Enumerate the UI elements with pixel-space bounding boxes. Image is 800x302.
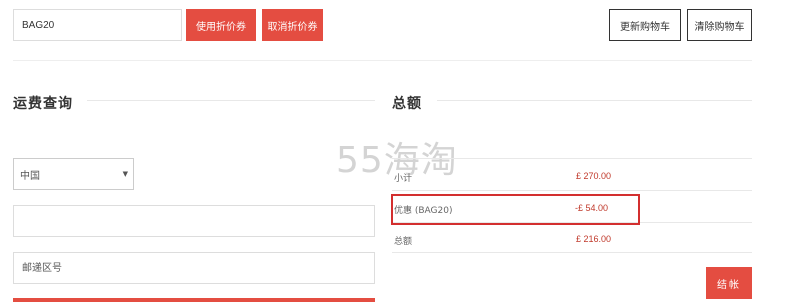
subtotal-value: £ 270.00 bbox=[576, 171, 612, 181]
country-select-value: 中国 bbox=[20, 170, 40, 182]
totals-row-subtotal: 小计 £ 270.00 bbox=[392, 158, 752, 189]
calculate-shipping-button[interactable] bbox=[13, 298, 375, 302]
totals-section-title: 总额 bbox=[392, 96, 422, 112]
country-select[interactable]: 中国 ▼ bbox=[13, 158, 134, 190]
apply-coupon-button[interactable]: 使用折价券 bbox=[186, 9, 256, 41]
remove-coupon-button[interactable]: 取消折价券 bbox=[262, 9, 323, 41]
discount-highlight-box bbox=[391, 194, 640, 225]
total-label: 总额 bbox=[394, 237, 413, 247]
checkout-button[interactable]: 结帐 bbox=[706, 267, 752, 299]
postcode-field[interactable] bbox=[13, 252, 375, 284]
totals-title-divider bbox=[437, 100, 752, 101]
total-value: £ 216.00 bbox=[576, 234, 612, 244]
update-cart-button[interactable]: 更新购物车 bbox=[609, 9, 681, 41]
totals-row-total: 总额 £ 216.00 bbox=[392, 222, 752, 253]
chevron-down-icon: ▼ bbox=[122, 170, 128, 178]
coupon-code-input[interactable] bbox=[13, 9, 182, 41]
clear-cart-button[interactable]: 清除购物车 bbox=[687, 9, 752, 41]
shipping-section-title: 运费查询 bbox=[13, 96, 73, 112]
shipping-title-divider bbox=[87, 100, 375, 101]
top-divider bbox=[13, 60, 752, 61]
subtotal-label: 小计 bbox=[394, 174, 413, 184]
state-field[interactable] bbox=[13, 205, 375, 237]
